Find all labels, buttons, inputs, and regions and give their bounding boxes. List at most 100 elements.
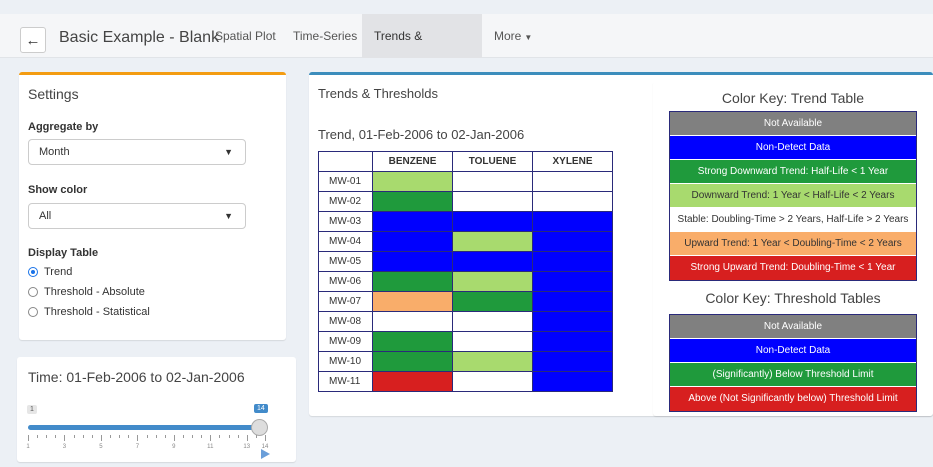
- tab-label: Spatial Plot: [215, 29, 276, 43]
- radio-trend[interactable]: Trend: [28, 266, 72, 278]
- slider-handle[interactable]: [251, 419, 268, 436]
- slider-tick: [182, 435, 184, 438]
- key-row: Strong Upward Trend: Doubling-Time < 1 Y…: [670, 256, 916, 280]
- trend-cell: [452, 211, 533, 232]
- slider-track[interactable]: [28, 425, 265, 430]
- row-label: MW-07: [318, 291, 373, 312]
- trend-key-title: Color Key: Trend Table: [721, 90, 865, 106]
- slider-tick: [119, 435, 121, 438]
- trend-cell: [372, 291, 453, 312]
- tab-label: Time-Series: [293, 29, 358, 43]
- radio-threshold-statistical[interactable]: Threshold - Statistical: [28, 306, 150, 318]
- slider-tick-label: 13: [243, 444, 251, 450]
- table-title: Trend, 01-Feb-2006 to 02-Jan-2006: [318, 127, 525, 142]
- corner-header: [318, 151, 373, 172]
- row-label: MW-05: [318, 251, 373, 272]
- column-header: XYLENE: [532, 151, 613, 172]
- trend-cell: [452, 271, 533, 292]
- radio-label: Threshold - Absolute: [44, 286, 145, 298]
- tab-more[interactable]: More ▼: [484, 14, 542, 58]
- caret-down-icon: ▼: [524, 33, 533, 42]
- slider-tick: [201, 435, 203, 438]
- arrow-left-icon: ←: [25, 31, 41, 49]
- row-label: MW-09: [318, 331, 373, 352]
- table-row: MW-01: [318, 171, 613, 192]
- table-row: MW-03: [318, 211, 613, 232]
- slider-tick-label: 7: [135, 444, 140, 450]
- slider-tick: [46, 435, 48, 438]
- slider-tick: [28, 435, 29, 441]
- aggregate-select[interactable]: Month ▼: [28, 139, 246, 165]
- trend-cell: [452, 191, 533, 212]
- tab-spatial-plot[interactable]: Spatial Plot: [205, 14, 286, 58]
- row-label: MW-11: [318, 371, 373, 392]
- slider-tick: [246, 435, 248, 441]
- table-row: MW-05: [318, 251, 613, 272]
- time-title: Time: 01-Feb-2006 to 02-Jan-2006: [28, 369, 245, 385]
- tab-trends-thresholds[interactable]: Trends & Thresholds: [362, 14, 482, 87]
- trend-cell: [532, 211, 613, 232]
- slider-tick: [228, 435, 230, 438]
- row-label: MW-02: [318, 191, 373, 212]
- slider-tick: [91, 435, 93, 438]
- top-strip: [0, 0, 933, 14]
- table-row: MW-11: [318, 371, 613, 392]
- key-row: Stable: Doubling-Time > 2 Years, Half-Li…: [670, 208, 916, 232]
- trend-cell: [452, 231, 533, 252]
- settings-panel: Settings Aggregate by Month ▼ Show color …: [19, 72, 286, 340]
- color-key-panel: Color Key: Trend Table Not Available Non-…: [653, 81, 933, 416]
- table-row: MW-07: [318, 291, 613, 312]
- column-header: BENZENE: [372, 151, 453, 172]
- radio-label: Trend: [44, 266, 73, 278]
- trend-cell: [532, 311, 613, 332]
- show-color-label: Show color: [28, 184, 88, 196]
- table-row: MW-02: [318, 191, 613, 212]
- play-icon[interactable]: [261, 449, 270, 459]
- table-row: MW-04: [318, 231, 613, 252]
- trend-cell: [372, 191, 453, 212]
- trend-cell: [532, 331, 613, 352]
- slider-tick: [110, 435, 112, 438]
- slider-tick: [137, 435, 139, 441]
- show-color-select[interactable]: All ▼: [28, 203, 246, 229]
- trend-cell: [532, 291, 613, 312]
- row-label: MW-04: [318, 231, 373, 252]
- slider-tick: [55, 435, 57, 438]
- radio-selected-icon: [28, 267, 38, 277]
- slider-tick: [192, 435, 194, 438]
- display-table-label: Display Table: [28, 247, 99, 259]
- trend-cell: [452, 331, 533, 352]
- aggregate-label: Aggregate by: [28, 121, 99, 133]
- app-title: Basic Example - Blank: [59, 29, 220, 46]
- tab-time-series[interactable]: Time-Series: [283, 14, 367, 58]
- caret-down-icon: ▼: [224, 211, 233, 221]
- slider-tick: [146, 435, 148, 438]
- slider-tick: [73, 435, 75, 438]
- key-row: Not Available: [670, 315, 916, 339]
- slider-tick: [37, 435, 39, 438]
- slider-tick: [82, 435, 84, 438]
- slider-tick-label: 1: [26, 444, 30, 450]
- slider-tick: [128, 435, 130, 438]
- radio-threshold-absolute[interactable]: Threshold - Absolute: [28, 286, 145, 298]
- trend-key-table: Not Available Non-Detect Data Strong Downw…: [669, 111, 917, 281]
- row-label: MW-01: [318, 171, 373, 192]
- trend-cell: [452, 351, 533, 372]
- row-label: MW-08: [318, 311, 373, 332]
- table-row: MW-10: [318, 351, 613, 372]
- trend-cell: [452, 251, 533, 272]
- column-header: TOLUENE: [452, 151, 533, 172]
- trend-cell: [452, 311, 533, 332]
- key-row: Upward Trend: 1 Year < Doubling-Time < 2…: [670, 232, 916, 256]
- table-row: MW-09: [318, 331, 613, 352]
- slider-max-label: 14: [254, 404, 268, 413]
- trend-cell: [372, 371, 453, 392]
- row-label: MW-06: [318, 271, 373, 292]
- slider-tick-label: 9: [172, 444, 176, 450]
- slider-tick: [100, 435, 102, 441]
- show-color-value: All: [39, 210, 52, 222]
- trend-cell: [372, 171, 453, 192]
- table-row: MW-08: [318, 311, 613, 332]
- slider-tick: [64, 435, 66, 441]
- back-button[interactable]: ←: [20, 27, 46, 53]
